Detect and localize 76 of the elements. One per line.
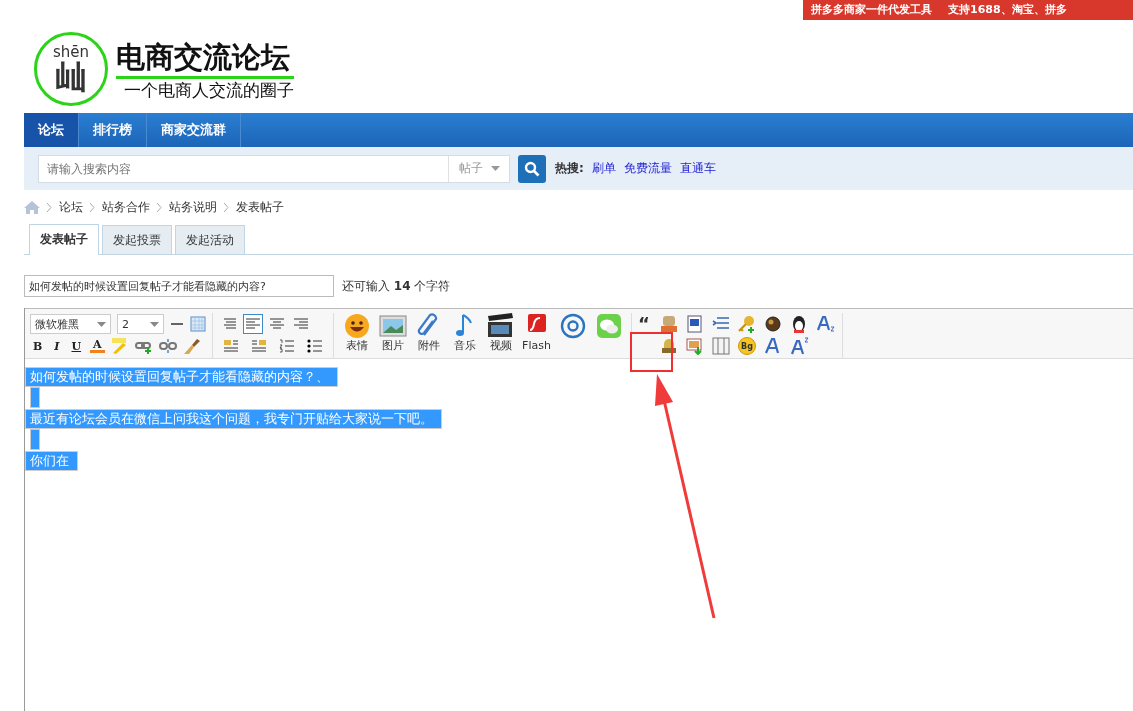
- wechat-icon: [594, 313, 623, 339]
- caret-icon: [97, 321, 106, 327]
- tab[interactable]: 发表帖子: [29, 224, 99, 255]
- ball-icon[interactable]: [764, 315, 782, 333]
- font-style-icon[interactable]: [764, 337, 782, 355]
- hide-content-icon[interactable]: [660, 337, 678, 355]
- breadcrumb-link[interactable]: 论坛: [59, 198, 83, 216]
- background-color-button[interactable]: Bg: [738, 337, 756, 355]
- quote-button[interactable]: “: [638, 316, 652, 332]
- format-button[interactable]: U: [68, 339, 85, 353]
- breadcrumb-link[interactable]: 发表帖子: [236, 198, 284, 216]
- brush-icon[interactable]: [182, 338, 201, 354]
- emoji-button[interactable]: 表情: [340, 313, 373, 353]
- float-left-icon[interactable]: [223, 339, 239, 353]
- attachment-button[interactable]: 附件: [412, 313, 445, 353]
- chevron-icon: [47, 202, 52, 212]
- promo-text[interactable]: 支持1688、淘宝、拼多: [948, 3, 1067, 17]
- site-title: 电商交流论坛: [116, 37, 294, 79]
- breadcrumb-link[interactable]: 站务说明: [169, 198, 217, 216]
- code-icon[interactable]: [660, 315, 678, 333]
- superscript-icon[interactable]: [790, 337, 810, 355]
- hot-search-link[interactable]: 直通车: [679, 160, 716, 177]
- float-right-icon[interactable]: [251, 339, 267, 353]
- logo-glyph: 屾: [55, 60, 87, 94]
- hot-search-label: 热搜:: [555, 160, 584, 177]
- font-dropdown[interactable]: 微软雅黑: [30, 314, 111, 334]
- penguin-icon[interactable]: [790, 315, 808, 333]
- chevron-icon: [90, 202, 95, 212]
- align-icon: [270, 318, 284, 330]
- promo-banner[interactable]: 拼多多商家一件代发工具 支持1688、淘宝、拼多: [803, 0, 1133, 20]
- search-icon: [524, 160, 540, 177]
- caret-icon: [490, 166, 500, 171]
- columns-icon[interactable]: [712, 337, 730, 355]
- unlink-icon[interactable]: [158, 338, 177, 354]
- logo-pinyin: shēn: [52, 44, 90, 60]
- chevron-icon: [224, 202, 229, 212]
- hot-search-link[interactable]: 免费流量: [623, 160, 672, 177]
- editor-text: 最近有论坛会员在微信上问我这个问题，我专门开贴给大家说一下吧。: [25, 408, 442, 429]
- document-icon[interactable]: [686, 315, 704, 333]
- align-button[interactable]: [243, 314, 263, 334]
- video-button[interactable]: 视频: [484, 313, 517, 353]
- align-icon: [246, 318, 260, 330]
- editor-text: 如何发帖的时候设置回复帖子才能看隐藏的内容？、: [25, 366, 338, 387]
- align-icon: [294, 318, 308, 330]
- format-button[interactable]: I: [51, 339, 63, 353]
- highlight-box: [630, 332, 673, 372]
- at-icon: [558, 313, 587, 339]
- hot-search-link[interactable]: 刷单: [591, 160, 616, 177]
- chevron-icon: [157, 202, 162, 212]
- site-slogan: 一个电商人交流的圈子: [123, 78, 294, 101]
- breadcrumb-link[interactable]: 站务合作: [102, 198, 150, 216]
- ordered-list-icon[interactable]: [279, 339, 295, 353]
- promo-text[interactable]: 拼多多商家一件代发工具: [811, 3, 932, 17]
- align-icon: [222, 318, 236, 330]
- spellcheck-icon[interactable]: [110, 338, 129, 354]
- editor-text: 你们在: [25, 450, 78, 471]
- emoji-icon: [342, 313, 371, 339]
- size-dropdown[interactable]: 2: [117, 314, 164, 334]
- subscript-icon[interactable]: [816, 315, 836, 333]
- tab[interactable]: 发起投票: [102, 225, 172, 254]
- video-icon: [486, 313, 515, 339]
- format-button[interactable]: A: [90, 339, 105, 353]
- image-button[interactable]: 图片: [376, 313, 409, 353]
- bullet-list-icon[interactable]: [307, 339, 323, 353]
- search-button[interactable]: [518, 154, 546, 183]
- music-button[interactable]: 音乐: [448, 313, 481, 353]
- key-icon[interactable]: [738, 315, 756, 333]
- image-icon: [378, 313, 407, 339]
- insert-image-icon[interactable]: [686, 337, 704, 355]
- nav-item[interactable]: 论坛: [24, 113, 79, 147]
- format-button[interactable]: B: [30, 339, 46, 353]
- character-count: 还可输入 14 个字符: [342, 277, 451, 295]
- flash-button[interactable]: Flash: [520, 313, 553, 353]
- subject-input[interactable]: 如何发帖的时候设置回复帖子才能看隐藏的内容?: [24, 275, 334, 297]
- caret-icon: [150, 321, 159, 327]
- tab[interactable]: 发起活动: [175, 225, 245, 254]
